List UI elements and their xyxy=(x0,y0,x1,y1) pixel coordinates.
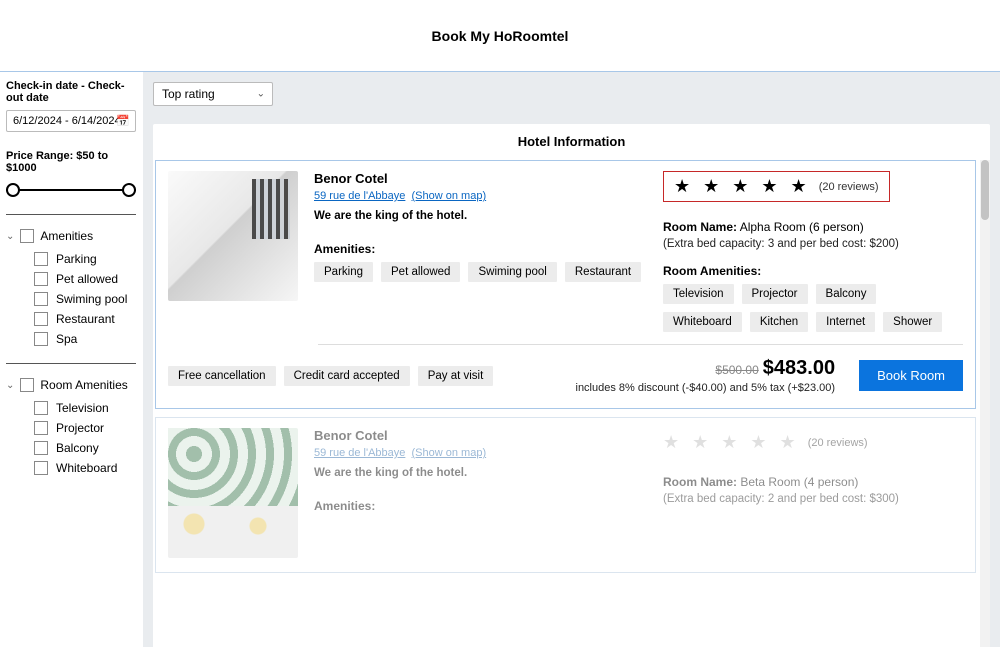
chevron-down-icon: ⌄ xyxy=(6,231,14,242)
hotel-name: Benor Cotel xyxy=(314,171,647,186)
star-icons: ★ ★ ★ ★ ★ xyxy=(663,432,800,453)
facet-item-parking[interactable]: Parking xyxy=(6,249,136,269)
rating-box: ★ ★ ★ ★ ★ (20 reviews) xyxy=(663,171,890,202)
room-amenity-tag: Kitchen xyxy=(750,312,808,332)
hotel-card: Benor Cotel 59 rue de l'Abbaye (Show on … xyxy=(155,417,976,573)
new-price: $483.00 xyxy=(763,357,835,379)
slider-thumb-max[interactable] xyxy=(122,183,136,197)
room-amenity-tag: Balcony xyxy=(816,284,877,304)
price-breakdown: includes 8% discount (-$40.00) and 5% ta… xyxy=(576,382,836,394)
policy-tag: Credit card accepted xyxy=(284,366,410,386)
room-name-label: Room Name: xyxy=(663,220,737,234)
amenity-tag: Restaurant xyxy=(565,262,641,282)
room-amenity-tag: Television xyxy=(663,284,734,304)
room-amenity-tag: Whiteboard xyxy=(663,312,742,332)
price-range-slider[interactable] xyxy=(6,180,136,200)
hotel-list-scroll: Benor Cotel 59 rue de l'Abbaye (Show on … xyxy=(153,158,990,647)
room-amenities-label: Room Amenities: xyxy=(663,264,963,278)
facet-item-pet-allowed[interactable]: Pet allowed xyxy=(6,269,136,289)
amenity-tag: Parking xyxy=(314,262,373,282)
room-capacity: (Extra bed capacity: 2 and per bed cost:… xyxy=(663,493,963,505)
hotel-info-title: Hotel Information xyxy=(153,124,990,161)
show-on-map-link[interactable]: (Show on map) xyxy=(412,447,487,459)
amenities-label: Amenities: xyxy=(314,499,647,513)
room-name-label: Room Name: xyxy=(663,475,737,489)
filters-sidebar: Check-in date - Check-out date 📅 Price R… xyxy=(0,72,143,647)
hotel-image xyxy=(168,171,298,301)
star-icons: ★ ★ ★ ★ ★ xyxy=(674,176,811,197)
facet-item-swimming-pool[interactable]: Swiming pool xyxy=(6,289,136,309)
scrollbar-thumb[interactable] xyxy=(981,160,989,220)
slider-thumb-min[interactable] xyxy=(6,183,20,197)
hotel-address-link[interactable]: 59 rue de l'Abbaye xyxy=(314,447,405,459)
room-amenity-tag: Projector xyxy=(742,284,808,304)
scrollbar[interactable] xyxy=(980,160,990,647)
rating-box: ★ ★ ★ ★ ★ (20 reviews) xyxy=(663,428,878,457)
room-amenity-tag: Shower xyxy=(883,312,942,332)
room-amenities-facet-header[interactable]: ⌄ Room Amenities xyxy=(6,378,136,392)
facet-item-balcony[interactable]: Balcony xyxy=(6,438,136,458)
facet-item-spa[interactable]: Spa xyxy=(6,329,136,349)
review-count: (20 reviews) xyxy=(819,181,879,193)
date-range-input[interactable] xyxy=(6,110,136,132)
checkbox-icon[interactable] xyxy=(20,229,34,243)
price-range-label: Price Range: $50 to $1000 xyxy=(6,150,136,174)
hotel-description: We are the king of the hotel. xyxy=(314,467,647,479)
room-amenities-facet-title: Room Amenities xyxy=(40,378,127,392)
policy-tag: Free cancellation xyxy=(168,366,276,386)
hotel-image xyxy=(168,428,298,558)
chevron-down-icon: ⌄ xyxy=(6,380,14,391)
old-price: $500.00 xyxy=(715,363,758,377)
app-title: Book My HoRoomtel xyxy=(432,28,569,44)
amenities-label: Amenities: xyxy=(314,242,647,256)
room-name: Beta Room (4 person) xyxy=(737,475,858,489)
hotel-address-link[interactable]: 59 rue de l'Abbaye xyxy=(314,190,405,202)
show-on-map-link[interactable]: (Show on map) xyxy=(412,190,487,202)
hotel-card: Benor Cotel 59 rue de l'Abbaye (Show on … xyxy=(155,160,976,409)
book-room-button[interactable]: Book Room xyxy=(859,360,963,391)
facet-item-projector[interactable]: Projector xyxy=(6,418,136,438)
hotel-name: Benor Cotel xyxy=(314,428,647,443)
room-name: Alpha Room (6 person) xyxy=(737,220,864,234)
date-range-label: Check-in date - Check-out date xyxy=(6,80,136,104)
policy-tag: Pay at visit xyxy=(418,366,494,386)
amenities-facet-header[interactable]: ⌄ Amenities xyxy=(6,229,136,243)
room-capacity: (Extra bed capacity: 3 and per bed cost:… xyxy=(663,238,963,250)
hotel-description: We are the king of the hotel. xyxy=(314,210,647,222)
checkbox-icon[interactable] xyxy=(20,378,34,392)
facet-item-restaurant[interactable]: Restaurant xyxy=(6,309,136,329)
amenity-tag: Pet allowed xyxy=(381,262,460,282)
amenities-facet-title: Amenities xyxy=(40,229,93,243)
room-amenity-tag: Internet xyxy=(816,312,875,332)
review-count: (20 reviews) xyxy=(808,437,868,449)
content-card: Hotel Information xyxy=(153,124,990,161)
app-header: Book My HoRoomtel xyxy=(0,0,1000,72)
main-content: Top rating ⌄ Hotel Information Benor Cot… xyxy=(143,72,1000,647)
amenity-tag: Swiming pool xyxy=(468,262,556,282)
facet-item-television[interactable]: Television xyxy=(6,398,136,418)
sort-select[interactable]: Top rating xyxy=(153,82,273,106)
facet-item-whiteboard[interactable]: Whiteboard xyxy=(6,458,136,478)
